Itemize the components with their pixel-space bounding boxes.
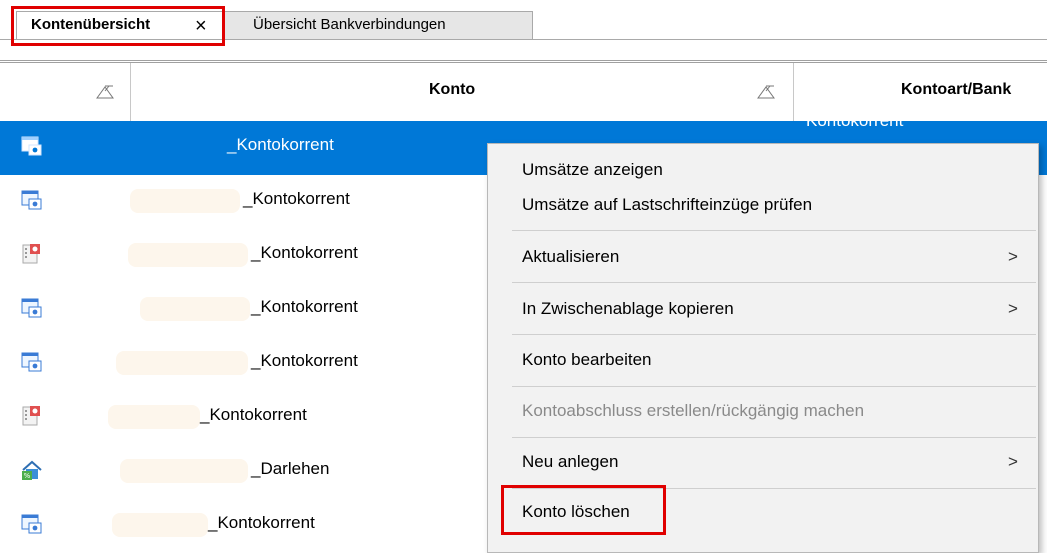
redacted-area [128, 243, 248, 267]
menu-item-konto-bearbeiten[interactable]: Konto bearbeiten [488, 341, 1038, 379]
menu-item-konto-loeschen[interactable]: Konto löschen [488, 493, 1038, 531]
redacted-area [112, 513, 208, 537]
menu-item-label: Konto bearbeiten [522, 350, 652, 369]
redacted-area [130, 189, 240, 213]
header-kontoart-label: Kontoart/Bank [901, 81, 1012, 98]
redacted-area [116, 351, 248, 375]
redacted-area [140, 297, 250, 321]
chevron-right-icon: > [1008, 247, 1018, 266]
konto-name: _Kontokorrent [227, 135, 334, 154]
tab-bar: Kontenübersicht × Übersicht Bankverbindu… [0, 0, 1047, 44]
menu-item-label: Kontoabschluss erstellen/rückgängig mach… [522, 401, 865, 420]
context-menu: Umsätze anzeigen Umsätze auf Lastschrift… [487, 143, 1039, 553]
bank-account-icon [21, 514, 42, 534]
header-icon-column[interactable] [0, 63, 131, 121]
menu-item-label: Umsätze auf Lastschrifteinzüge prüfen [522, 195, 813, 214]
konto-name: _Darlehen [251, 459, 330, 478]
menu-item-kontoabschluss: Kontoabschluss erstellen/rückgängig mach… [488, 392, 1038, 430]
chevron-right-icon: > [1008, 299, 1018, 318]
konto-name: _Kontokorrent [251, 243, 358, 262]
menu-item-zwischenablage-kopieren[interactable]: In Zwischenablage kopieren > [488, 290, 1038, 328]
tab-kontenuebersicht[interactable]: Kontenübersicht × [16, 11, 223, 39]
menu-separator [512, 334, 1036, 335]
menu-item-lastschrifteinzuege-pruefen[interactable]: Umsätze auf Lastschrifteinzüge prüfen [488, 186, 1038, 224]
kontoart-value: Kontokorrent [806, 111, 904, 130]
header-konto[interactable]: Konto [131, 63, 794, 121]
tab-label: Kontenübersicht [31, 16, 151, 33]
redacted-area [120, 459, 248, 483]
konto-name: _Kontokorrent [251, 351, 358, 370]
tab-divider [0, 39, 1047, 40]
bank-account-icon [21, 352, 42, 372]
menu-separator [512, 230, 1036, 231]
sort-filter-icon[interactable] [757, 85, 775, 99]
house-loan-icon: % [22, 460, 42, 480]
bank-account-icon [21, 136, 42, 156]
konto-name: _Kontokorrent [251, 297, 358, 316]
konto-name: _Kontokorrent [208, 513, 315, 532]
menu-item-label: Neu anlegen [522, 452, 619, 471]
konto-name: _Kontokorrent [243, 189, 350, 208]
menu-item-label: In Zwischenablage kopieren [522, 299, 734, 318]
bank-account-icon [21, 298, 42, 318]
menu-item-label: Umsätze anzeigen [522, 160, 663, 179]
tab-label: Übersicht Bankverbindungen [253, 16, 446, 33]
menu-item-aktualisieren[interactable]: Aktualisieren > [488, 238, 1038, 276]
sort-filter-icon[interactable] [96, 85, 114, 99]
svg-text:%: % [24, 472, 31, 480]
menu-separator [512, 386, 1036, 387]
menu-item-umsaetze-anzeigen[interactable]: Umsätze anzeigen [488, 151, 1038, 189]
header-konto-label: Konto [429, 81, 476, 98]
credit-card-icon [22, 244, 40, 264]
tab-uebersicht-bankverbindungen[interactable]: Übersicht Bankverbindungen [224, 11, 533, 39]
menu-item-neu-anlegen[interactable]: Neu anlegen > [488, 443, 1038, 481]
menu-item-label: Konto löschen [522, 502, 630, 521]
redacted-area [108, 405, 200, 429]
close-icon[interactable]: × [195, 12, 207, 40]
menu-separator [512, 488, 1036, 489]
menu-separator [512, 437, 1036, 438]
menu-item-label: Aktualisieren [522, 247, 620, 266]
bank-account-icon [21, 190, 42, 210]
chevron-right-icon: > [1008, 452, 1018, 471]
credit-card-icon [22, 406, 40, 426]
menu-separator [512, 282, 1036, 283]
konto-name: _Kontokorrent [200, 405, 307, 424]
